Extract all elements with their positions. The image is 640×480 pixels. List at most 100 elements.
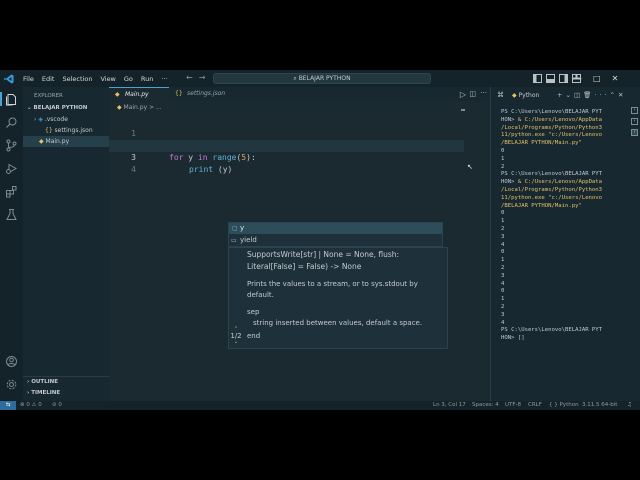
terminal-instance-active-icon[interactable]: › [631,129,638,136]
terminal-prompt: PS C:\Users\Lenovo\BELAJAR PYT HON> [] [501,327,603,342]
signature-help-widget: SupportsWrite[str] | None = None, flush:… [228,247,448,349]
param-name: end [247,332,261,340]
extensions-icon[interactable] [5,185,18,198]
toggle-sidebar-icon[interactable] [533,74,542,83]
terminal-actions: +⌄◫🗑···⌃✕ [557,91,626,99]
run-debug-icon[interactable] [5,162,18,175]
explorer-icon[interactable] [5,93,18,106]
active-indicator [0,92,2,106]
close-icon[interactable]: ✕ [612,74,619,83]
code-line[interactable]: 4 [109,152,138,174]
suggest-widget: ▢ y ▭ yield [228,222,443,247]
tab-settings-json-label: settings.json [187,90,226,97]
ports-status[interactable]: ⊘ 0 [52,401,62,410]
folder-vscode-label: .vscode [44,116,68,123]
terminal-tab[interactable]: ◆ Python [512,92,539,99]
tab-settings-json[interactable]: {} settings.json [171,87,237,101]
workspace-root[interactable]: ⌄ BELAJAR PYTHON [23,103,109,114]
encoding-status[interactable]: UTF-8 [505,401,521,410]
tab-main-py[interactable]: ◆ Main.py [109,87,169,101]
overload-pager[interactable]: ⌃ 1/2 ⌄ [229,327,243,345]
menu-go[interactable]: Go [120,75,137,83]
terminal-icon: ⌘ [497,91,504,99]
toggle-panel-icon[interactable] [546,74,555,83]
menu-view[interactable]: View [96,75,119,83]
tab-main-py-label: Main.py [125,91,149,98]
window-controls: – □ ✕ [578,73,618,84]
code-line-current[interactable]: 3 print (y) [109,140,464,174]
program-output: 0 1 2 [501,147,505,170]
remote-icon[interactable]: ⇆ [0,401,16,410]
command-center-search[interactable]: ⌕ BELAJAR PYTHON [213,73,431,84]
folder-vscode[interactable]: › ◈ .vscode [23,114,109,125]
nav-arrows[interactable]: ←→ [186,73,211,82]
doc-text: Prints the values to a stream, or to sys… [247,280,418,288]
language-mode[interactable]: { } Python [549,401,579,410]
outline-label: OUTLINE [31,379,58,385]
mouse-pointer-icon: ↖ [467,163,473,171]
search-icon[interactable] [5,116,18,129]
python-file-icon: ◆ [115,91,120,98]
eol-status[interactable]: CRLF [528,401,542,410]
param-doc: string inserted between values, default … [253,319,423,327]
chevron-down-icon[interactable]: ⌄ [229,340,243,345]
new-terminal-icon[interactable]: +⌄ [557,91,574,99]
timeline-label: TIMELINE [31,390,61,396]
testing-icon[interactable] [5,208,18,221]
trash-icon[interactable]: 🗑 [583,91,594,99]
split-editor-icon[interactable]: ◫ [469,90,476,98]
settings-gear-icon[interactable] [5,378,18,391]
identifier: y [183,153,198,162]
account-icon[interactable] [5,355,18,368]
line-number: 4 [131,165,136,174]
file-settings-json[interactable]: {} settings.json [23,125,109,136]
variable-symbol-icon: ▢ [232,225,238,232]
suggestion-label: y [240,224,245,232]
menu-run[interactable]: Run [137,75,157,83]
suggestion-item[interactable]: ▢ y [229,223,442,234]
file-main-py[interactable]: ◆ Main.py [23,136,109,147]
command-center-label: BELAJAR PYTHON [298,75,351,82]
vscode-logo-icon [4,74,14,83]
run-python-file-icon[interactable]: ▷ [460,90,466,99]
terminal-instance-icon[interactable]: › [631,107,638,114]
function-name: print [189,165,214,174]
code-line[interactable]: 1 for x in range(3): [109,116,236,150]
timeline-section[interactable]: › TIMELINE [23,388,109,399]
menu-file[interactable]: File [19,75,38,83]
menu-more[interactable]: ··· [157,75,171,83]
minimap-icon[interactable] [461,109,465,111]
problems-status[interactable]: ⊗ 0 ⚠ 0 [20,401,42,410]
punctuation: ): [246,153,256,162]
workspace-root-label: BELAJAR PYTHON [33,105,88,111]
editor-tabs: ◆ Main.py {} settings.json ▷ ◫ ··· [109,87,490,101]
cursor-position[interactable]: Ln 3, Col 17 [433,401,466,410]
more-actions-icon[interactable]: ··· [480,89,487,97]
split-terminal-icon[interactable]: ◫ [574,91,583,99]
maximize-panel-icon[interactable]: ⌃ [610,91,618,99]
maximize-icon[interactable]: □ [593,74,601,83]
menu-edit[interactable]: Edit [38,75,59,83]
more-actions-icon[interactable]: ··· [594,91,609,99]
terminal-output[interactable]: PS C:\Users\Lenovo\BELAJAR PYT HON> & C:… [501,109,602,343]
outline-section[interactable]: › OUTLINE [23,377,109,388]
close-panel-icon[interactable]: ✕ [618,91,626,99]
status-bar: ⇆ ⊗ 0 ⚠ 0 ⊘ 0 Ln 3, Col 17 Spaces: 4 UTF… [0,401,640,410]
breadcrumb[interactable]: ◆ Main.py > ... [117,103,162,113]
breadcrumb-text: Main.py > ... [123,104,162,111]
title-bar: File Edit Selection View Go Run ··· ←→ ⌕… [0,70,640,87]
notifications-bell-icon[interactable]: ♫ [627,401,632,410]
indentation-status[interactable]: Spaces: 4 [472,401,499,410]
terminal-instance-icon[interactable]: › [631,118,638,125]
code-line[interactable]: 2 for y in range(5): [109,128,256,162]
function-name: range [212,153,237,162]
python-interpreter[interactable]: 3.11.5 64-bit [582,401,617,410]
source-control-icon[interactable] [5,139,18,152]
param-name: sep [247,308,260,316]
suggestion-item[interactable]: ▭ yield [229,235,442,246]
suggestion-label: yield [240,236,257,244]
keyword: in [197,153,208,162]
menu-selection[interactable]: Selection [58,75,96,83]
minimize-icon[interactable]: – [578,74,582,83]
toggle-secondary-sidebar-icon[interactable] [559,74,568,83]
